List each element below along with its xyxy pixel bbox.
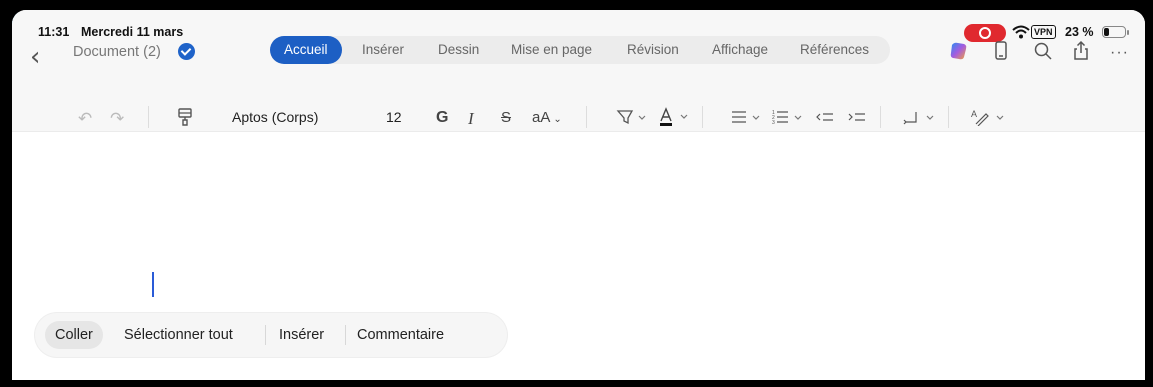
styles-icon[interactable]: A [970,108,1008,126]
divider [265,325,266,345]
divider [586,106,587,128]
bullet-list-icon[interactable] [729,108,763,126]
divider [702,106,703,128]
divider [148,106,149,128]
strikethrough-button[interactable]: S [501,109,511,126]
paste-menu-item[interactable]: Coller [45,321,103,349]
divider [345,325,346,345]
status-time: 11:31 [38,25,70,39]
comment-menu-item[interactable]: Commentaire [357,327,444,343]
text-size-label: aA [532,109,551,126]
share-icon[interactable] [1070,40,1092,62]
numbered-list-icon[interactable]: 1 2 3 [771,108,805,126]
ribbon-tabs: Accueil Insérer Dessin Mise en page Révi… [270,36,890,64]
document-title[interactable]: Document (2) [73,44,161,60]
text-cursor [152,272,154,297]
font-size-select[interactable]: 12 [386,109,402,125]
battery-percent: 23 % [1065,25,1094,39]
italic-button[interactable]: I [468,109,474,129]
divider [948,106,949,128]
more-icon[interactable]: ··· [1110,44,1132,66]
context-menu: Coller Sélectionner tout Insérer Comment… [35,313,507,357]
highlight-icon[interactable] [616,108,648,126]
tab-dessin[interactable]: Dessin [438,36,479,64]
battery-icon [1102,26,1129,38]
chevron-left-icon[interactable]: ‹ [30,44,40,70]
app-window: 11:31 Mercredi 11 mars VPN 23 % ‹ Docume… [12,10,1145,380]
bold-button[interactable]: G [436,109,448,127]
tab-accueil[interactable]: Accueil [270,36,342,64]
divider [880,106,881,128]
font-name-select[interactable]: Aptos (Corps) [232,109,318,125]
chevron-down-icon: ⌄ [553,114,562,125]
undo-icon[interactable]: ↶ [78,109,92,129]
font-color-icon[interactable] [658,107,692,127]
insert-menu-item[interactable]: Insérer [279,327,324,343]
tab-revision[interactable]: Révision [627,36,679,64]
decrease-indent-icon[interactable] [815,108,835,126]
wifi-icon [1012,25,1030,39]
tab-references[interactable]: Références [800,36,869,64]
redo-icon[interactable]: ↷ [110,109,124,129]
svg-text:A: A [971,109,977,119]
status-date: Mercredi 11 mars [81,25,184,39]
phone-icon[interactable] [990,40,1012,62]
increase-indent-icon[interactable] [847,108,867,126]
text-size-button[interactable]: aA ⌄ [532,109,562,126]
vpn-badge: VPN [1031,25,1056,39]
format-painter-icon[interactable] [176,107,194,127]
paragraph-mark-icon[interactable] [902,108,938,126]
search-icon[interactable] [1032,40,1054,62]
svg-text:3: 3 [772,120,775,126]
select-all-menu-item[interactable]: Sélectionner tout [124,327,233,343]
tab-affichage[interactable]: Affichage [712,36,768,64]
cloud-saved-icon[interactable] [178,43,195,60]
tab-inserer[interactable]: Insérer [362,36,404,64]
copilot-icon[interactable] [948,40,970,62]
tab-mise-en-page[interactable]: Mise en page [511,36,592,64]
